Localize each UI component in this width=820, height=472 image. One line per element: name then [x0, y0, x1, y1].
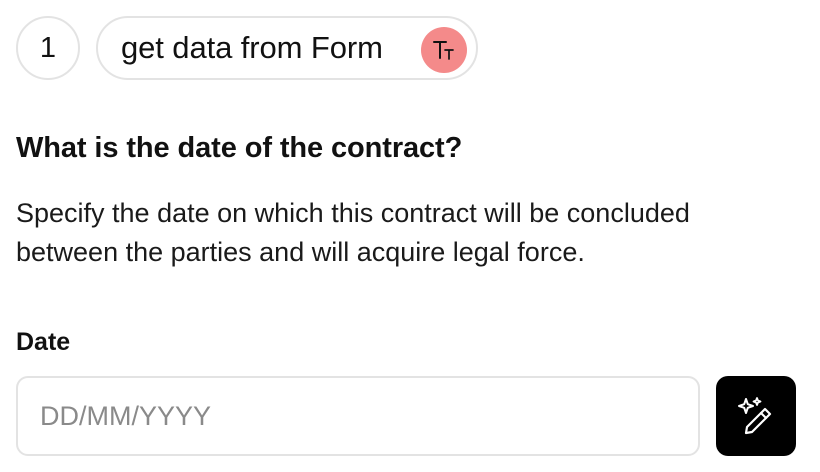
question-title: What is the date of the contract? [16, 132, 463, 164]
text-type-glyph [433, 41, 454, 60]
step-name-label: get data from Form [121, 30, 383, 65]
magic-fill-button[interactable] [716, 376, 796, 456]
magic-wand-icon [738, 397, 772, 435]
question-description: Specify the date on which this contract … [16, 198, 690, 267]
text-type-icon[interactable] [421, 27, 467, 73]
date-field-label: Date [16, 328, 71, 356]
step-number: 1 [16, 16, 80, 80]
step-name-chip[interactable]: get data from Form [96, 16, 478, 80]
date-input[interactable] [16, 376, 700, 456]
